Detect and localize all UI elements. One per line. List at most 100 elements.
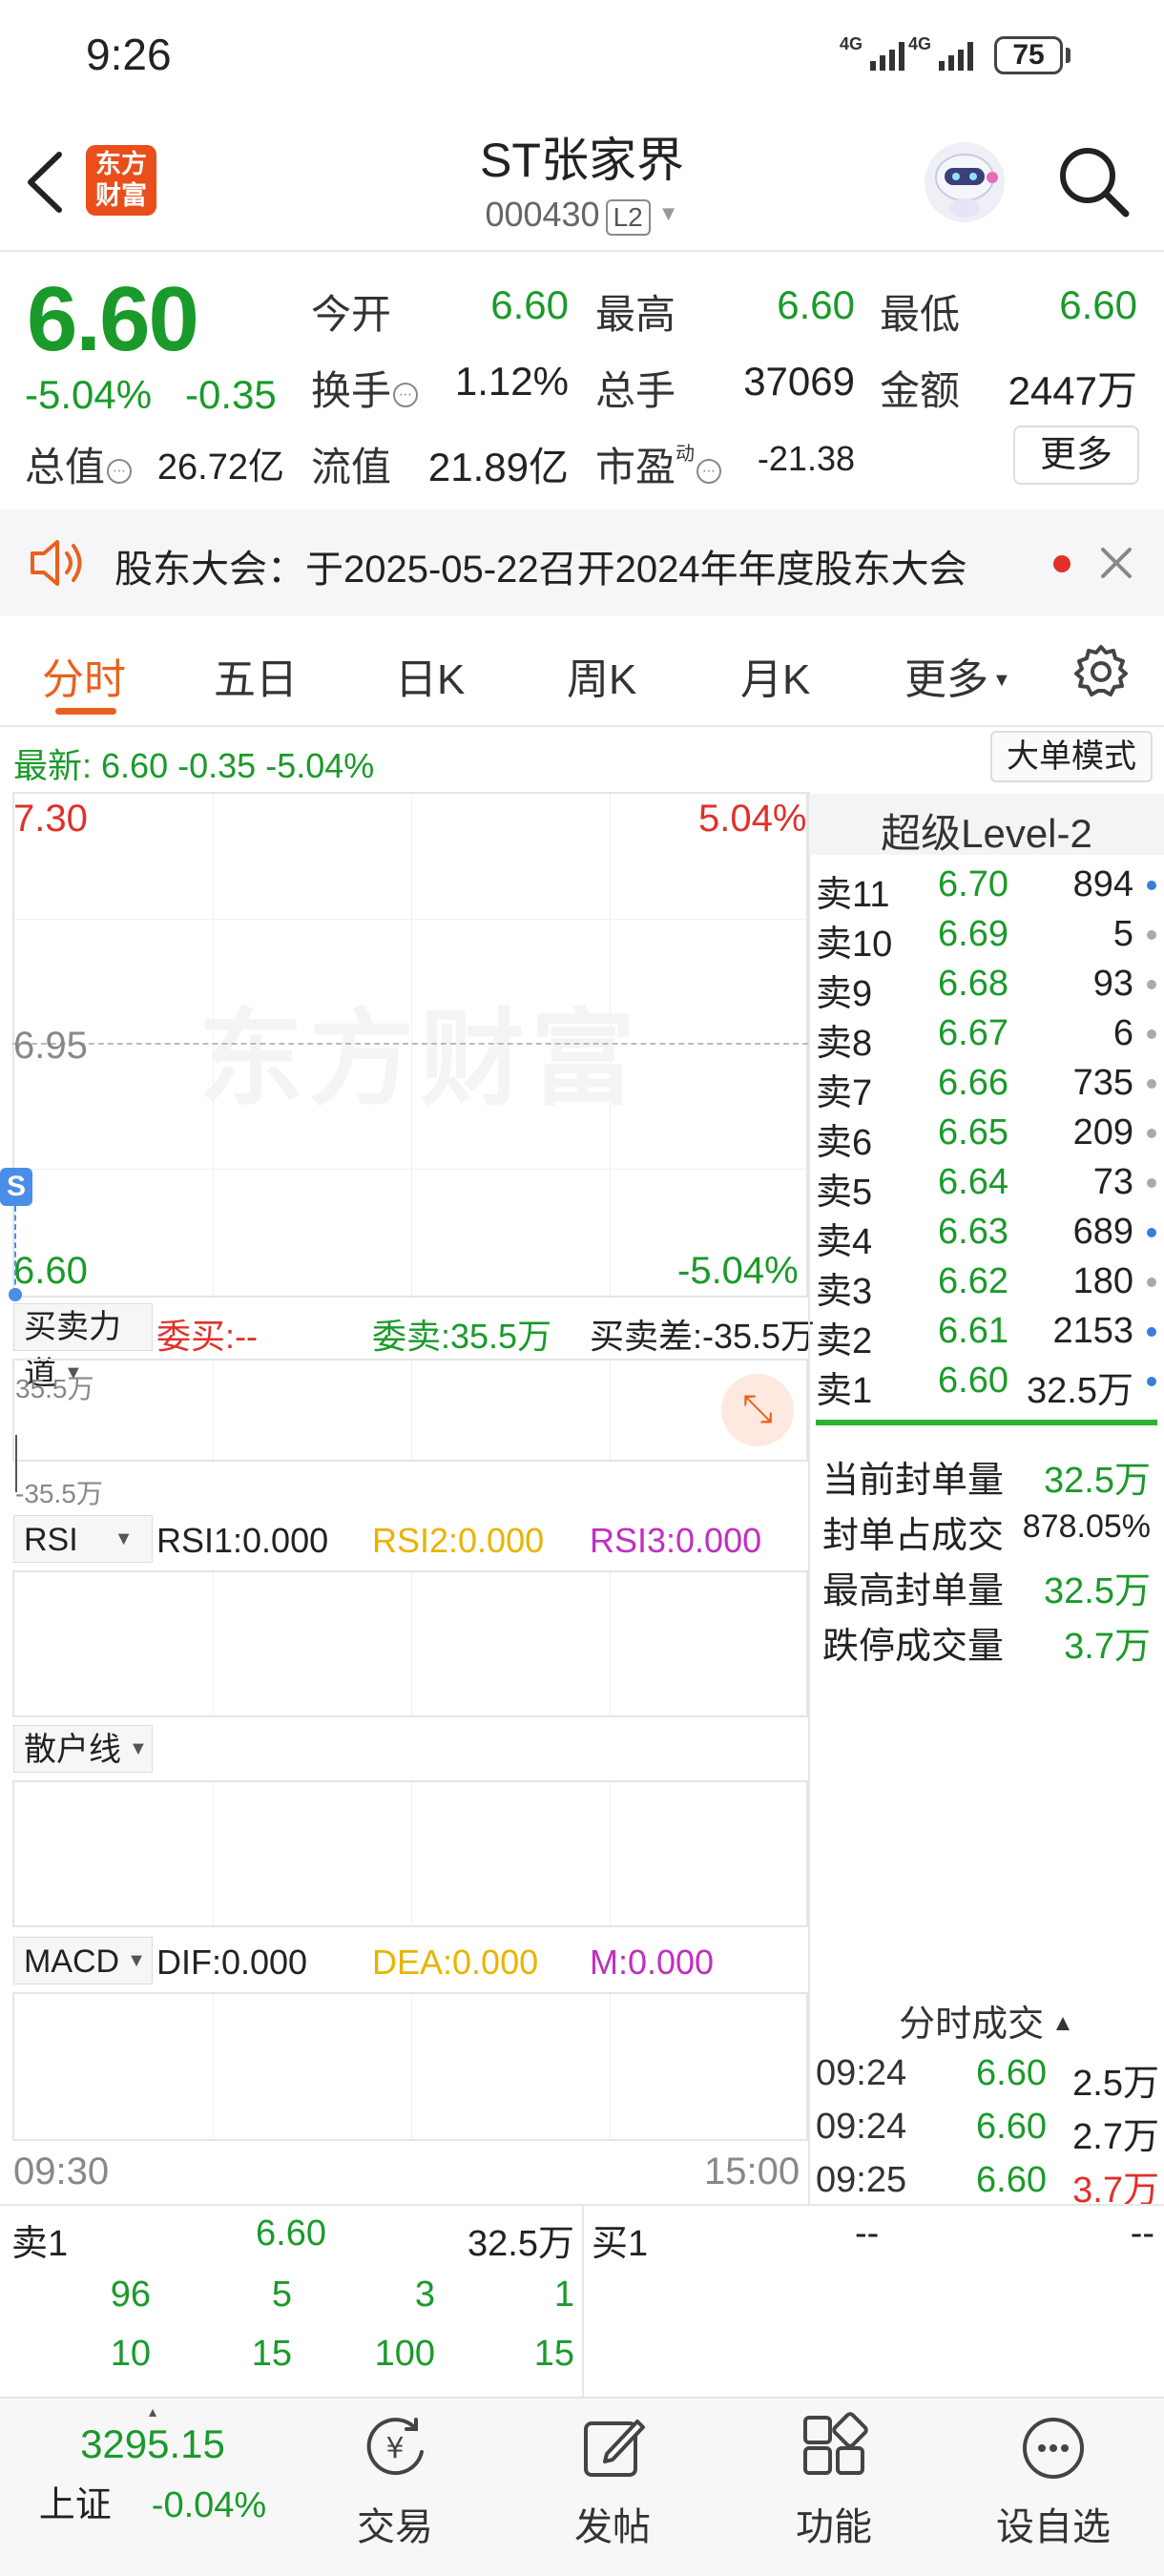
high-value: 6.60 xyxy=(777,282,855,327)
latest-change: -0.35 xyxy=(177,746,257,785)
ask-volume: 2153 xyxy=(1052,1311,1133,1351)
ask-price: 6.65 xyxy=(938,1112,1008,1153)
ask-volume: 735 xyxy=(1072,1063,1133,1103)
more-quote-button[interactable]: 更多 xyxy=(1013,426,1139,485)
signal-bars-icon xyxy=(939,42,973,71)
axis-pct-top: 5.04% xyxy=(698,798,807,840)
tab-more[interactable]: 更多 ▼ xyxy=(904,645,1011,706)
tab-weekly-k[interactable]: 周K xyxy=(567,645,636,706)
nav-add-watchlist-label: 设自选 xyxy=(996,2506,1111,2548)
pe-label[interactable]: 市盈动⋯ xyxy=(595,435,722,493)
retail-indicator-select[interactable]: 散户线 ▼ xyxy=(13,1725,153,1773)
index-ticker[interactable]: ▲ 3295.15 上证 -0.04% xyxy=(19,2404,286,2527)
active-tab-indicator xyxy=(55,708,116,715)
ask-row[interactable]: 卖7 6.66 735 xyxy=(816,1059,1164,1113)
float-value: 21.89亿 xyxy=(427,445,569,489)
ask-row[interactable]: 卖10 6.69 5 xyxy=(816,910,1164,965)
macd-dif: DIF:0.000 xyxy=(156,1942,308,1982)
signal-4g-label-2: 4G xyxy=(908,34,932,53)
notice-text[interactable]: 股东大会：于2025-05-22召开2024年年度股东大会 xyxy=(114,538,967,593)
grid-icon xyxy=(738,2400,929,2496)
ask-row[interactable]: 卖11 6.70 894 xyxy=(816,861,1164,915)
mktcap-label[interactable]: 总值 ⋯ xyxy=(25,435,133,493)
info-icon[interactable]: ⋯ xyxy=(393,383,419,407)
nav-trade[interactable]: ¥ 交易 xyxy=(300,2400,490,2551)
seal-stat-label: 跌停成交量 xyxy=(822,1627,1005,1667)
open-label: 今开 xyxy=(311,292,392,337)
ask-row[interactable]: 卖4 6.63 689 xyxy=(816,1208,1164,1262)
signal-marker[interactable]: S xyxy=(0,1168,32,1206)
trade-price: 6.60 xyxy=(976,2107,1047,2147)
trade-price: 6.60 xyxy=(976,2053,1047,2093)
seal-stat-value: 32.5万 xyxy=(1044,1571,1151,1611)
ask-price: 6.62 xyxy=(938,1261,1008,1301)
buy1-volume: -- xyxy=(1130,2213,1154,2254)
axis-pct-bottom: -5.04% xyxy=(677,1250,799,1292)
index-name: 上证 xyxy=(38,2485,112,2525)
ask-volume: 894 xyxy=(1072,864,1133,904)
ask-level-label: 卖7 xyxy=(816,1073,873,1113)
retail-chart[interactable] xyxy=(12,1780,808,1927)
tab-intraday[interactable]: 分时 xyxy=(42,645,126,706)
expand-icon[interactable]: ⤡ xyxy=(721,1374,794,1446)
queue-order-size: 15 xyxy=(251,2334,292,2374)
macd-indicator-select[interactable]: MACD ▼ xyxy=(13,1937,153,1984)
buysell-indicator-select[interactable]: 买卖力道 ▼ xyxy=(13,1303,153,1392)
queue-order-size: 3 xyxy=(414,2275,435,2315)
nav-functions[interactable]: 功能 xyxy=(738,2400,929,2551)
index-value: 3295.15 xyxy=(80,2421,225,2466)
tab-daily-k[interactable]: 日K xyxy=(395,645,465,706)
caret-up-icon: ▲ xyxy=(146,2404,159,2420)
ask-row[interactable]: 卖1 6.60 32.5万 xyxy=(816,1357,1164,1411)
speaker-icon xyxy=(27,536,86,594)
bid-volume: 委买:-- xyxy=(156,1317,258,1356)
nav-trade-label: 交易 xyxy=(357,2506,433,2548)
close-icon[interactable] xyxy=(1099,546,1133,585)
gear-icon[interactable] xyxy=(1072,643,1130,705)
rsi-chart[interactable] xyxy=(12,1570,808,1717)
buy1-label: 买1 xyxy=(592,2224,649,2264)
ask-row[interactable]: 卖9 6.68 93 xyxy=(816,960,1164,1014)
info-icon[interactable]: ⋯ xyxy=(696,459,722,484)
order-dot xyxy=(1147,980,1156,989)
trade-volume: 2.5万 xyxy=(1072,2064,1159,2104)
level2-title[interactable]: 超级Level-2 xyxy=(809,801,1164,860)
info-icon[interactable]: ⋯ xyxy=(107,459,133,484)
high-label: 最高 xyxy=(595,292,676,337)
rsi-indicator-select[interactable]: RSI ▼ xyxy=(13,1515,153,1563)
volume-value: 37069 xyxy=(743,359,855,404)
tab-monthly-k[interactable]: 月K xyxy=(740,645,810,706)
tab-five-day[interactable]: 五日 xyxy=(214,645,298,706)
signal-4g-label-1: 4G xyxy=(840,34,863,53)
trades-title[interactable]: 分时成交 ▲ xyxy=(809,1994,1164,2046)
ask-level-label: 卖11 xyxy=(816,875,890,915)
seal-stat-value: 3.7万 xyxy=(1064,1627,1151,1667)
ask-level-label: 卖8 xyxy=(816,1024,873,1064)
caret-down-icon: ▼ xyxy=(114,1528,134,1549)
ask-row[interactable]: 卖3 6.62 180 xyxy=(816,1257,1164,1312)
sell1-label: 卖1 xyxy=(11,2224,69,2264)
ask-row[interactable]: 卖6 6.65 209 xyxy=(816,1109,1164,1163)
macd-chart[interactable] xyxy=(12,1992,808,2141)
ask-price: 6.69 xyxy=(938,914,1008,954)
nav-add-watchlist[interactable]: 设自选 xyxy=(958,2400,1149,2551)
search-icon[interactable] xyxy=(1053,141,1133,226)
battery-tip xyxy=(1066,48,1070,63)
queue-order-size: 15 xyxy=(533,2334,574,2374)
robot-assistant-icon[interactable] xyxy=(922,139,1008,230)
ask-row[interactable]: 卖8 6.67 6 xyxy=(816,1009,1164,1064)
ask-level-label: 卖4 xyxy=(816,1222,873,1262)
big-order-mode-button[interactable]: 大单模式 xyxy=(990,731,1153,782)
buysell-chart[interactable] xyxy=(12,1359,808,1462)
ask-row[interactable]: 卖5 6.64 73 xyxy=(816,1158,1164,1213)
ask-price: 6.63 xyxy=(938,1212,1008,1252)
turnover-label[interactable]: 换手 ⋯ xyxy=(311,359,419,417)
ask-volume: 73 xyxy=(1092,1162,1133,1202)
ask-row[interactable]: 卖2 6.61 2153 xyxy=(816,1307,1164,1361)
seal-stat-label: 当前封单量 xyxy=(822,1461,1005,1501)
trade-time: 09:25 xyxy=(816,2160,907,2200)
chevron-down-icon: ▼ xyxy=(657,201,679,225)
nav-post[interactable]: 发帖 xyxy=(517,2400,708,2551)
panel-divider xyxy=(808,792,810,2204)
queue-order-size: 100 xyxy=(374,2334,435,2374)
